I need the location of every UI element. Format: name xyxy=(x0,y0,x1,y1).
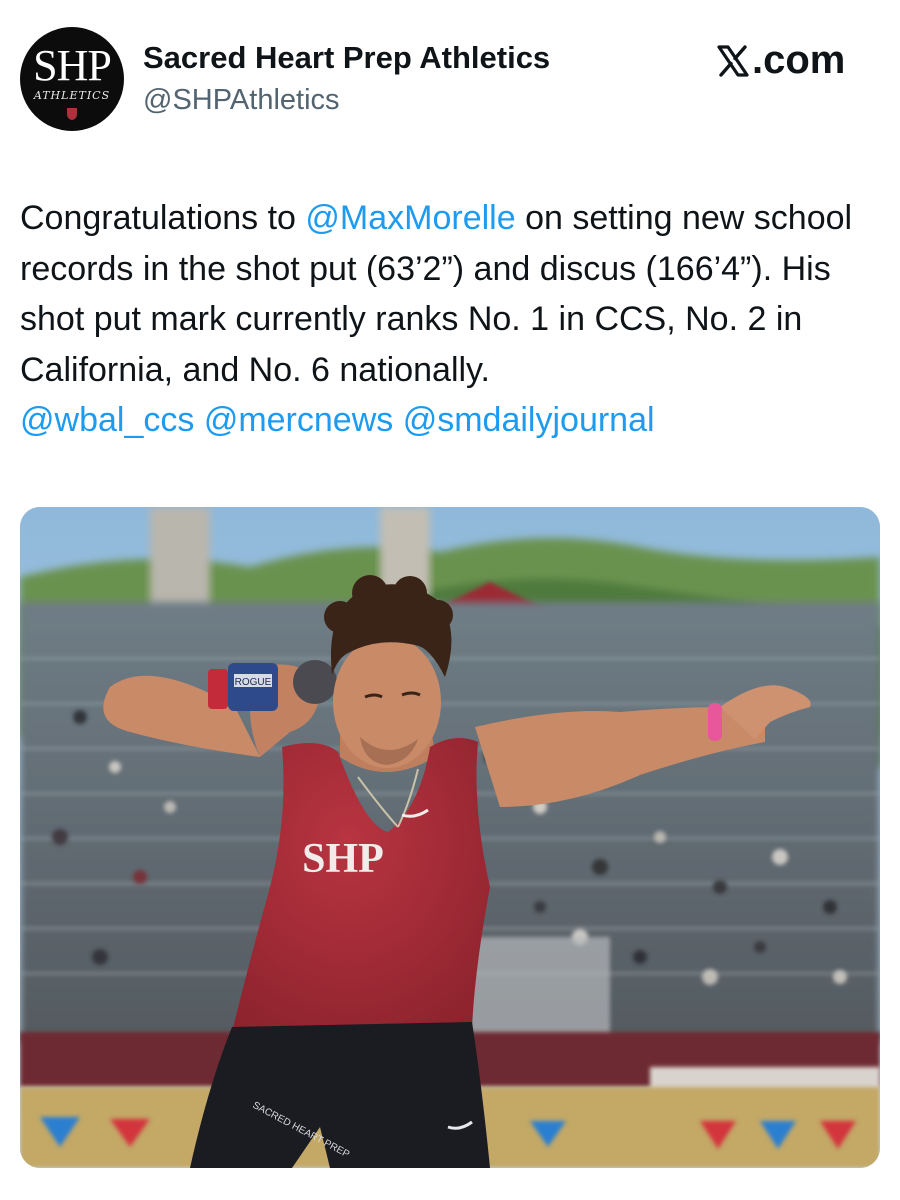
site-watermark: .com xyxy=(716,38,845,83)
tweet-text: Congratulations to @MaxMorelle on settin… xyxy=(20,193,880,446)
wrap-label: ROGUE xyxy=(235,677,272,688)
tweet-text-segment: Congratulations to xyxy=(20,199,306,237)
mention-link[interactable]: @smdailyjournal xyxy=(403,401,655,439)
avatar-monogram: SHP xyxy=(33,41,112,90)
athlete-photo: ROGUE SHP SACRED HEART PREP xyxy=(20,507,880,1168)
jersey-lettering: SHP xyxy=(302,836,384,882)
display-name[interactable]: Sacred Heart Prep Athletics xyxy=(143,40,550,76)
x-logo-icon xyxy=(717,44,749,77)
crest-icon xyxy=(67,108,77,120)
site-label: .com xyxy=(752,38,846,82)
mention-link[interactable]: @mercnews xyxy=(204,401,393,439)
avatar-subtitle: ATHLETICS xyxy=(33,89,111,102)
account-handle[interactable]: @SHPAthletics xyxy=(143,84,340,117)
mention-link[interactable]: @MaxMorelle xyxy=(305,199,515,237)
profile-avatar[interactable]: SHP ATHLETICS xyxy=(20,27,124,131)
tweet-photo[interactable]: ROGUE SHP SACRED HEART PREP xyxy=(20,507,880,1168)
mention-link[interactable]: @wbal_ccs xyxy=(20,401,194,439)
tweet-header: SHP ATHLETICS Sacred Heart Prep Athletic… xyxy=(0,0,900,160)
